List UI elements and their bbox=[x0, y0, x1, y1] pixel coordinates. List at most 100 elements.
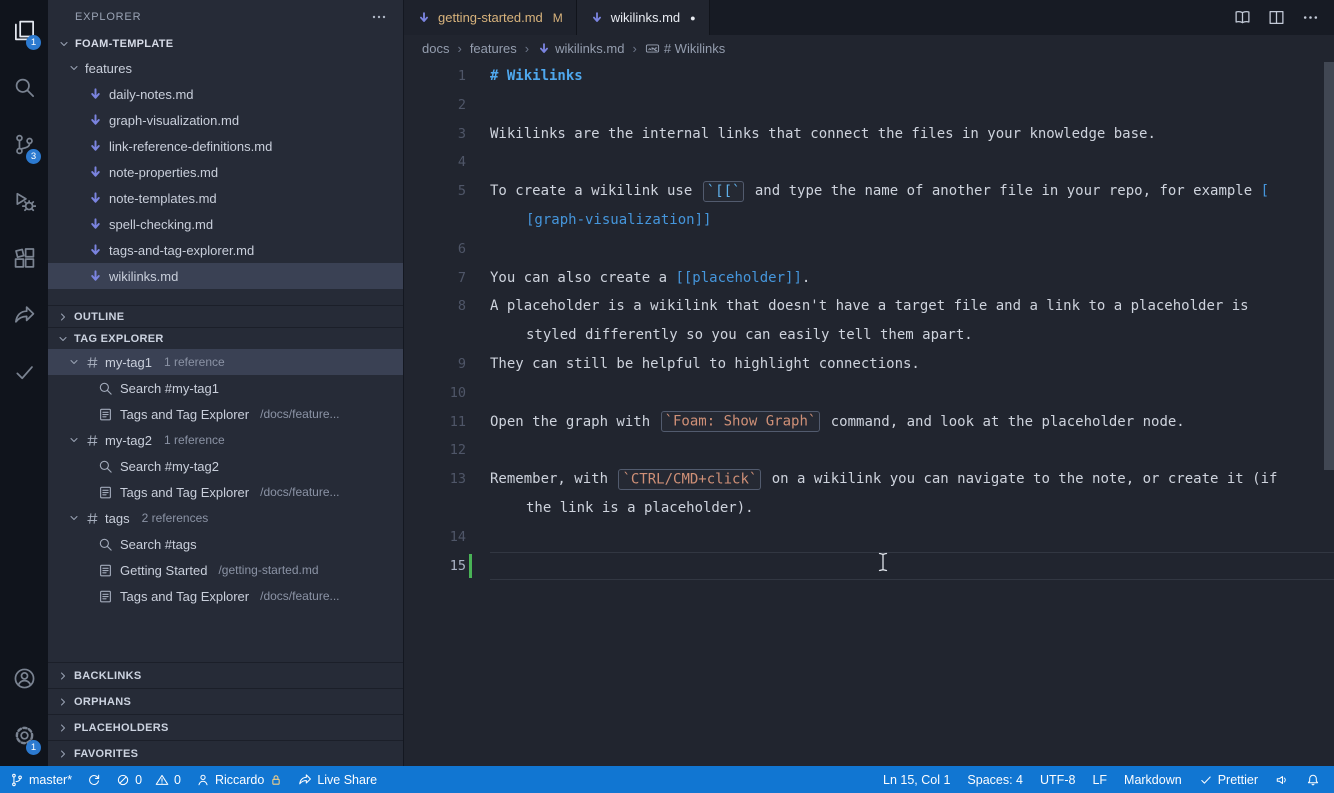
dirty-indicator[interactable]: ● bbox=[690, 13, 695, 23]
file-item[interactable]: spell-checking.md bbox=[48, 211, 403, 237]
wikilink-text[interactable]: [[placeholder]] bbox=[675, 270, 801, 286]
sidebar-section-orphans[interactable]: ORPHANS bbox=[48, 688, 403, 714]
activity-checklist[interactable] bbox=[0, 344, 48, 401]
plain-text: Wikilinks are the internal links that co… bbox=[490, 125, 1156, 142]
more-actions-icon[interactable] bbox=[1302, 9, 1319, 26]
activity-source-control[interactable]: 3 bbox=[0, 116, 48, 173]
cursor-position-status[interactable]: Ln 15, Col 1 bbox=[883, 773, 950, 787]
status-bar: master* 0 0 Riccardo Live Share Ln 15, C… bbox=[0, 766, 1334, 793]
activity-run-debug[interactable] bbox=[0, 173, 48, 230]
file-item[interactable]: wikilinks.md bbox=[48, 263, 403, 289]
code-row[interactable]: 9 They can still be helpful to highlight … bbox=[404, 350, 1334, 379]
code-row[interactable]: 8 A placeholder is a wikilink that doesn'… bbox=[404, 292, 1334, 321]
line-number: 5 bbox=[457, 183, 466, 200]
source-control-badge: 3 bbox=[26, 149, 41, 164]
activity-search[interactable] bbox=[0, 59, 48, 116]
more-actions-icon[interactable] bbox=[371, 9, 387, 25]
breadcrumb-docs[interactable]: docs bbox=[422, 41, 449, 56]
inline-code: `Foam: Show Graph` bbox=[660, 411, 821, 433]
sidebar-section-favorites[interactable]: FAVORITES bbox=[48, 740, 403, 766]
file-item[interactable]: note-templates.md bbox=[48, 185, 403, 211]
wikilink-text[interactable]: [ bbox=[1261, 183, 1269, 199]
search-icon bbox=[98, 381, 113, 396]
tag-child-label: Search #tags bbox=[120, 536, 197, 552]
sidebar-section-placeholders[interactable]: PLACEHOLDERS bbox=[48, 714, 403, 740]
file-item[interactable]: note-properties.md bbox=[48, 159, 403, 185]
markdown-file-icon bbox=[417, 11, 431, 25]
code-row[interactable]: 5 To create a wikilink use `[[` and type … bbox=[404, 177, 1334, 206]
code-row[interactable]: 4 bbox=[404, 148, 1334, 177]
code-row[interactable]: 10 bbox=[404, 379, 1334, 408]
sidebar: EXPLORER FOAM-TEMPLATE features daily-not… bbox=[48, 0, 403, 766]
live-share-status[interactable]: Live Share bbox=[298, 773, 377, 787]
code-row[interactable]: 13 Remember, with `CTRL/CMD+click` on a w… bbox=[404, 465, 1334, 494]
code-row[interactable]: 1 # Wikilinks bbox=[404, 62, 1334, 91]
live-share-user[interactable]: Riccardo bbox=[196, 773, 283, 787]
tag-child-item[interactable]: Tags and Tag Explorer/docs/feature... bbox=[48, 401, 403, 427]
file-item[interactable]: link-reference-definitions.md bbox=[48, 133, 403, 159]
user-name: Riccardo bbox=[214, 772, 265, 787]
file-item[interactable]: graph-visualization.md bbox=[48, 107, 403, 133]
tag-child-item[interactable]: Tags and Tag Explorer/docs/feature... bbox=[48, 583, 403, 609]
indentation-status[interactable]: Spaces: 4 bbox=[967, 773, 1023, 787]
feedback-button[interactable] bbox=[1275, 773, 1289, 787]
activity-live-share[interactable] bbox=[0, 287, 48, 344]
code-row[interactable]: 7 You can also create a [[placeholder]]. bbox=[404, 264, 1334, 293]
code-line: # Wikilinks bbox=[466, 62, 583, 91]
encoding-status[interactable]: UTF-8 bbox=[1040, 773, 1075, 787]
breadcrumb-file[interactable]: wikilinks.md bbox=[537, 41, 624, 56]
tag-child-item[interactable]: Search #my-tag2 bbox=[48, 453, 403, 479]
formatter-status[interactable]: Prettier bbox=[1199, 773, 1258, 787]
breadcrumb-features[interactable]: features bbox=[470, 41, 517, 56]
code-row[interactable]: [graph-visualization]] bbox=[404, 206, 1334, 235]
code-row[interactable]: 6 bbox=[404, 235, 1334, 264]
file-item[interactable]: daily-notes.md bbox=[48, 81, 403, 107]
code-row[interactable]: 2 bbox=[404, 91, 1334, 120]
activity-extensions[interactable] bbox=[0, 230, 48, 287]
open-preview-icon[interactable] bbox=[1234, 9, 1251, 26]
wikilink-text[interactable]: [graph-visualization]] bbox=[526, 212, 711, 228]
code-row[interactable]: 11 Open the graph with `Foam: Show Graph`… bbox=[404, 408, 1334, 437]
tab-getting-started[interactable]: getting-started.md M bbox=[404, 0, 577, 35]
tag-child-item[interactable]: Search #my-tag1 bbox=[48, 375, 403, 401]
section-label: FAVORITES bbox=[74, 747, 139, 760]
git-branch-status[interactable]: master* bbox=[10, 773, 72, 787]
code-row[interactable]: 15 bbox=[404, 551, 1334, 581]
editor-group: getting-started.md M wikilinks.md ● docs… bbox=[403, 0, 1334, 766]
notifications-button[interactable] bbox=[1306, 773, 1320, 787]
project-section-header[interactable]: FOAM-TEMPLATE bbox=[48, 33, 403, 55]
search-icon bbox=[98, 537, 113, 552]
tag-item[interactable]: my-tag2 1 reference bbox=[48, 427, 403, 453]
tag-item[interactable]: tags 2 references bbox=[48, 505, 403, 531]
activity-settings[interactable]: 1 bbox=[0, 707, 48, 764]
code-row[interactable]: styled differently so you can easily tel… bbox=[404, 321, 1334, 350]
code-row[interactable]: 3 Wikilinks are the internal links that c… bbox=[404, 120, 1334, 149]
file-item[interactable]: tags-and-tag-explorer.md bbox=[48, 237, 403, 263]
line-number: 7 bbox=[457, 269, 466, 286]
branch-icon bbox=[10, 773, 24, 787]
split-editor-icon[interactable] bbox=[1268, 9, 1285, 26]
tag-child-item[interactable]: Tags and Tag Explorer/docs/feature... bbox=[48, 479, 403, 505]
problems-status[interactable]: 0 0 bbox=[116, 773, 181, 787]
tag-child-item[interactable]: Getting Started/getting-started.md bbox=[48, 557, 403, 583]
tag-child-item[interactable]: Search #tags bbox=[48, 531, 403, 557]
code-row[interactable]: 12 bbox=[404, 436, 1334, 465]
folder-item[interactable]: features bbox=[48, 55, 403, 81]
outline-section-header[interactable]: OUTLINE bbox=[48, 305, 403, 327]
eol-status[interactable]: LF bbox=[1092, 773, 1107, 787]
activity-explorer[interactable]: 1 bbox=[0, 2, 48, 59]
vertical-scrollbar[interactable] bbox=[1324, 62, 1334, 470]
sync-status[interactable] bbox=[87, 773, 101, 787]
settings-badge: 1 bbox=[26, 740, 41, 755]
tag-explorer-section-header[interactable]: TAG EXPLORER bbox=[48, 327, 403, 349]
tab-wikilinks[interactable]: wikilinks.md ● bbox=[576, 0, 710, 35]
breadcrumb-symbol[interactable]: # Wikilinks bbox=[645, 41, 725, 56]
tag-item[interactable]: my-tag1 1 reference bbox=[48, 349, 403, 375]
editor[interactable]: 1 # Wikilinks 2 3 Wikilinks are the internal… bbox=[404, 62, 1334, 766]
line-number: 15 bbox=[449, 557, 466, 574]
code-row[interactable]: 14 bbox=[404, 523, 1334, 552]
sidebar-section-backlinks[interactable]: BACKLINKS bbox=[48, 662, 403, 688]
activity-accounts[interactable] bbox=[0, 650, 48, 707]
language-mode-status[interactable]: Markdown bbox=[1124, 773, 1182, 787]
code-row[interactable]: the link is a placeholder). bbox=[404, 494, 1334, 523]
